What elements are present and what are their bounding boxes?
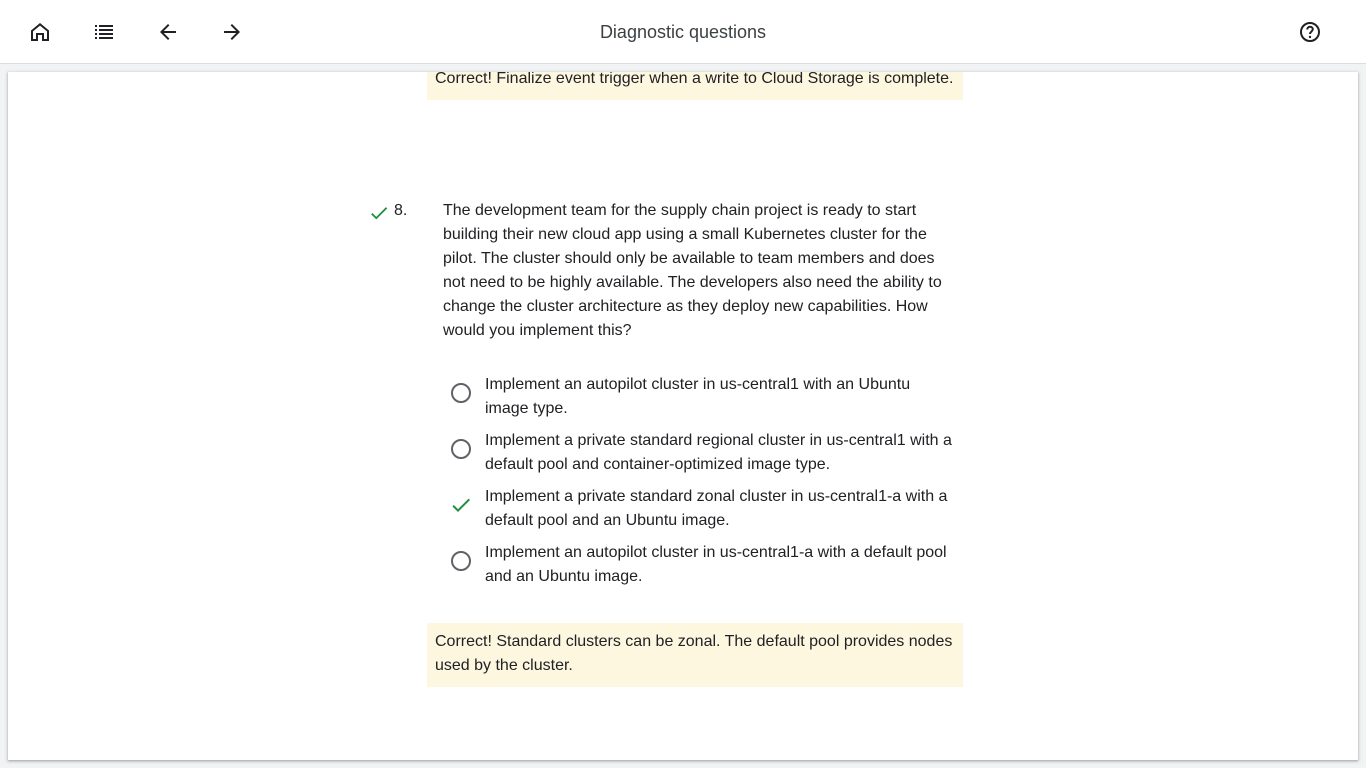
radio-button[interactable]: [451, 383, 471, 403]
radio-button[interactable]: [451, 439, 471, 459]
answer-option-1[interactable]: Implement an autopilot cluster in us-cen…: [443, 376, 963, 433]
help-icon: [1300, 22, 1320, 42]
help-button[interactable]: [1290, 12, 1330, 52]
option-label: Implement an autopilot cluster in us-cen…: [485, 376, 911, 417]
feedback-box: Correct! Standard clusters can be zonal.…: [427, 623, 963, 687]
feedback-text: Correct! Finalize event trigger when a w…: [435, 72, 954, 87]
option-label: Implement a private standard regional cl…: [485, 432, 952, 473]
feedback-text: Correct! Standard clusters can be zonal.…: [435, 633, 953, 674]
check-icon: [452, 498, 470, 512]
check-icon: [371, 207, 388, 220]
quiz-content: Correct! Finalize event trigger when a w…: [8, 72, 1358, 760]
question-number: 8.: [394, 202, 408, 219]
answer-option-3[interactable]: Implement a private standard zonal clust…: [443, 488, 963, 545]
feedback-box-previous: Correct! Finalize event trigger when a w…: [427, 72, 963, 100]
top-app-bar: Diagnostic questions: [0, 0, 1366, 64]
answer-option-4[interactable]: Implement an autopilot cluster in us-cen…: [443, 544, 963, 601]
option-label: Implement an autopilot cluster in us-cen…: [485, 544, 947, 585]
radio-button[interactable]: [451, 551, 471, 571]
question-text: The development team for the supply chai…: [443, 202, 942, 339]
page-title: Diagnostic questions: [599, 22, 767, 42]
option-label: Implement a private standard zonal clust…: [485, 488, 948, 529]
answer-option-2[interactable]: Implement a private standard regional cl…: [443, 432, 963, 489]
